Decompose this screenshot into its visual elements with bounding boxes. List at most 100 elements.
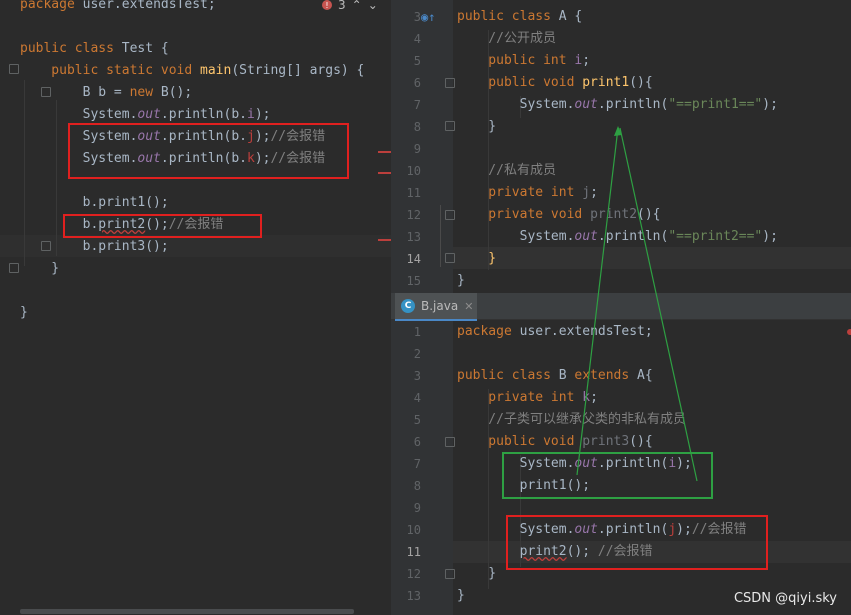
code-line[interactable]: //子类可以继承父类的非私有成员 (457, 409, 686, 431)
code-token: user.extendsTest; (519, 324, 653, 339)
code-token: (){ (629, 434, 653, 449)
error-stripe-mark[interactable] (378, 239, 391, 241)
code-line[interactable]: package user.extendsTest; (457, 321, 653, 343)
code-token: public void (457, 75, 583, 90)
code-line[interactable]: System.out.println("==print2=="); (457, 226, 778, 248)
fold-marker-icon[interactable] (445, 78, 455, 88)
code-line[interactable]: } (457, 270, 465, 292)
code-token: private int (457, 390, 583, 405)
code-token: ); (254, 107, 271, 122)
code-line[interactable]: } (457, 563, 496, 585)
line-number[interactable]: 7 (391, 453, 421, 475)
code-line[interactable]: public class A { (457, 6, 582, 28)
line-number[interactable]: 12 (391, 204, 421, 226)
code-line[interactable]: B b = new B(); (20, 82, 193, 104)
code-token: b.print1(); (20, 195, 169, 210)
editor-a-java[interactable]: 3 4 5 6 7 8 9 10 11 12 13 14 15 ◉↑ public class A { … (391, 0, 851, 293)
line-number[interactable]: 1 (391, 321, 421, 343)
chevron-down-icon[interactable]: ⌄ (368, 0, 378, 12)
fold-marker-icon[interactable] (445, 569, 455, 579)
close-icon[interactable]: ✕ (464, 300, 473, 313)
code-token: .println( (597, 229, 669, 244)
error-indicator-icon[interactable] (847, 329, 851, 335)
line-number[interactable]: 13 (391, 226, 421, 248)
line-number[interactable]: 12 (391, 563, 421, 585)
code-line[interactable]: public static void main(String[] args) { (20, 60, 364, 82)
fold-marker-icon[interactable] (445, 210, 455, 220)
tab-label: B.java (421, 299, 459, 313)
tab-b-java[interactable]: C B.java ✕ (395, 293, 477, 321)
code-token: System. (20, 107, 138, 122)
line-number[interactable]: 8 (391, 475, 421, 497)
line-number[interactable]: 6 (391, 431, 421, 453)
line-number[interactable]: 15 (391, 270, 421, 292)
code-line[interactable]: private int j; (457, 182, 598, 204)
chevron-up-icon[interactable]: ⌃ (352, 0, 362, 12)
line-number[interactable]: 3 (391, 6, 421, 28)
code-line[interactable]: public void print1(){ (457, 72, 652, 94)
code-line[interactable]: public int i; (457, 50, 590, 72)
watermark: CSDN @qiyi.sky (733, 591, 837, 606)
code-line[interactable]: public class B extends A{ (457, 365, 653, 387)
inspection-widget[interactable]: ! 3 ⌃ ⌄ (322, 0, 378, 12)
code-token: } (457, 273, 465, 288)
editor-test-java[interactable]: package user.extendsTest; public class Te… (0, 0, 391, 615)
line-number[interactable]: 5 (391, 409, 421, 431)
code-token: k (582, 390, 591, 405)
line-number[interactable]: 3 (391, 365, 421, 387)
code-token: main (200, 63, 232, 78)
code-line[interactable]: public class Test { (20, 38, 169, 60)
code-token: "==print1==" (668, 97, 763, 112)
horizontal-scrollbar[interactable] (20, 609, 354, 614)
fold-marker-icon[interactable] (9, 263, 19, 273)
line-number[interactable]: 4 (391, 387, 421, 409)
error-count: 3 (338, 0, 346, 12)
code-token: .println(b. (160, 107, 247, 122)
line-number[interactable]: 11 (391, 541, 421, 563)
code-token: public class (457, 368, 559, 383)
line-number[interactable]: 11 (391, 182, 421, 204)
line-number[interactable]: 9 (391, 138, 421, 160)
error-stripe-mark[interactable] (378, 172, 391, 174)
code-line[interactable]: //公开成员 (457, 28, 556, 50)
code-token: b.print3(); (20, 239, 169, 254)
override-gutter-icon[interactable]: ◉↑ (421, 10, 435, 24)
code-line[interactable]: b.print1(); (20, 192, 169, 214)
code-line[interactable]: private int k; (457, 387, 598, 409)
line-number[interactable]: 5 (391, 50, 421, 72)
code-line[interactable]: //私有成员 (457, 160, 556, 182)
line-number[interactable]: 7 (391, 94, 421, 116)
code-line[interactable]: package user.extendsTest; (20, 0, 216, 16)
fold-marker-icon[interactable] (445, 253, 455, 263)
code-token: ; (590, 390, 598, 405)
code-token: package (20, 0, 83, 12)
code-token: user.extendsTest; (82, 0, 216, 12)
line-number[interactable]: 13 (391, 585, 421, 607)
code-line[interactable]: private void print2(){ (457, 204, 660, 226)
code-line[interactable]: System.out.println("==print1=="); (457, 94, 778, 116)
line-number[interactable]: 10 (391, 519, 421, 541)
code-line[interactable]: } (20, 302, 28, 324)
code-line[interactable]: } (457, 585, 465, 607)
code-token: "==print2==" (668, 229, 763, 244)
fold-marker-icon[interactable] (445, 121, 455, 131)
code-line[interactable]: } (457, 116, 496, 138)
code-line[interactable]: public void print3(){ (457, 431, 653, 453)
code-line[interactable]: } (20, 258, 59, 280)
code-line[interactable]: } (457, 248, 496, 270)
line-number[interactable]: 6 (391, 72, 421, 94)
line-number[interactable]: 8 (391, 116, 421, 138)
line-number[interactable]: 14 (391, 248, 421, 270)
fold-marker-icon[interactable] (445, 437, 455, 447)
code-line[interactable]: b.print3(); (20, 236, 169, 258)
line-number[interactable]: 9 (391, 497, 421, 519)
line-number[interactable]: 4 (391, 28, 421, 50)
error-stripe-mark[interactable] (378, 151, 391, 153)
code-token: Test { (121, 41, 169, 56)
line-number[interactable]: 10 (391, 160, 421, 182)
code-token: //私有成员 (457, 163, 556, 178)
fold-marker-icon[interactable] (9, 64, 19, 74)
current-line-highlight (453, 247, 851, 269)
code-token: B b = (20, 85, 130, 100)
line-number[interactable]: 2 (391, 343, 421, 365)
